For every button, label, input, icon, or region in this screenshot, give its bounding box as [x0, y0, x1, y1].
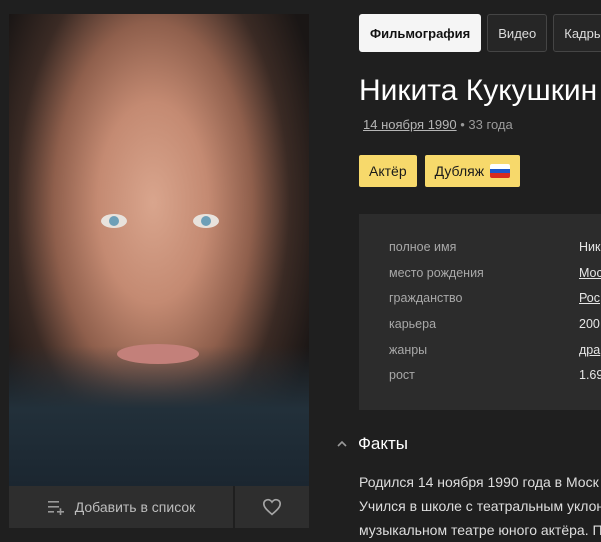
info-value-link[interactable]: Рос — [579, 291, 600, 305]
add-to-list-button[interactable]: Добавить в список — [9, 486, 233, 528]
facts-text: Родился 14 ноября 1990 года в Моск Училс… — [359, 470, 601, 542]
info-value: 200 — [579, 317, 600, 331]
favorite-button[interactable] — [235, 486, 309, 528]
facts-line: Родился 14 ноября 1990 года в Моск — [359, 474, 599, 490]
info-label: место рождения — [389, 266, 484, 280]
photo-left-eye — [101, 214, 127, 228]
info-value: Ник — [579, 240, 601, 254]
birth-date-link[interactable]: 14 ноября 1990 — [363, 117, 457, 132]
age-text: • 33 года — [460, 117, 513, 132]
person-name: Никита Кукушкин — [359, 74, 598, 107]
birth-info: 14 ноября 1990 • 33 года — [363, 117, 513, 132]
tab-stills[interactable]: Кадры — [553, 14, 601, 52]
role-dubbing-label: Дубляж — [434, 163, 485, 179]
role-dubbing-button[interactable]: Дубляж — [424, 155, 521, 187]
info-label: карьера — [389, 317, 437, 331]
info-label: гражданство — [389, 291, 463, 305]
tab-video[interactable]: Видео — [487, 14, 548, 52]
tab-filmography[interactable]: Фильмография — [359, 14, 482, 52]
photo-actions: Добавить в список — [9, 486, 309, 528]
info-label: жанры — [389, 343, 428, 357]
roles: Актёр Дубляж — [359, 155, 521, 187]
role-actor-label: Актёр — [369, 163, 407, 179]
heart-icon — [262, 498, 282, 516]
info-row-citizenship: гражданство Рос — [389, 291, 600, 305]
facts-line: музыкальном театре юного актёра. П — [359, 522, 601, 538]
chevron-up-icon — [337, 440, 347, 447]
info-value-link[interactable]: дра — [579, 343, 600, 357]
photo-mouth — [117, 344, 199, 364]
add-to-list-icon — [47, 501, 64, 515]
add-to-list-label: Добавить в список — [74, 499, 196, 515]
info-label: полное имя — [389, 240, 457, 254]
info-row-height: рост 1.69 — [389, 368, 601, 382]
person-photo — [9, 14, 309, 486]
info-row-career: карьера 200 — [389, 317, 600, 331]
photo-shoulders — [9, 346, 309, 486]
info-row-genres: жанры дра — [389, 343, 600, 357]
facts-section-toggle[interactable]: Факты — [336, 434, 408, 454]
russia-flag-icon — [490, 164, 511, 178]
info-value-link[interactable]: Мос — [579, 266, 601, 280]
info-row-birthplace: место рождения Мос — [389, 266, 601, 280]
facts-line: Учился в школе с театральным уклон — [359, 498, 601, 514]
info-label: рост — [389, 368, 415, 382]
info-row-full-name: полное имя Ник — [389, 240, 600, 254]
info-value: 1.69 — [579, 368, 601, 382]
role-actor-button[interactable]: Актёр — [359, 155, 417, 187]
photo-right-eye — [193, 214, 219, 228]
facts-title: Факты — [358, 434, 409, 453]
tab-bar: Фильмография Видео Кадры — [359, 14, 601, 52]
info-panel: полное имя Ник место рождения Мос гражданс… — [359, 214, 601, 410]
